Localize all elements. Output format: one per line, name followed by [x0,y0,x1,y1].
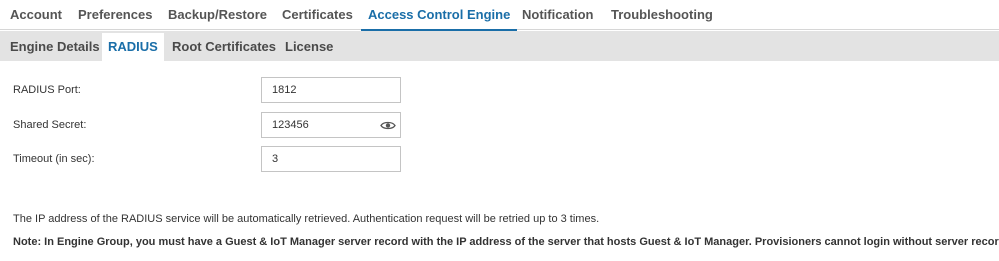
tab-preferences[interactable]: Preferences [78,0,152,30]
tab-certificates[interactable]: Certificates [282,0,353,30]
subtab-radius[interactable]: RADIUS [102,33,164,61]
tab-backup-restore[interactable]: Backup/Restore [168,0,267,30]
shared-secret-label: Shared Secret: [13,119,87,131]
radius-info-text: The IP address of the RADIUS service wil… [13,213,600,225]
radius-port-label: RADIUS Port: [13,84,81,96]
top-tab-bar: Account Preferences Backup/Restore Certi… [0,0,999,31]
subtab-license[interactable]: License [285,33,333,61]
engine-group-note: Note: In Engine Group, you must have a G… [13,236,999,248]
subtab-engine-details[interactable]: Engine Details [10,33,100,61]
tab-troubleshooting[interactable]: Troubleshooting [611,0,713,30]
timeout-input[interactable] [261,146,401,172]
tab-account[interactable]: Account [10,0,62,30]
sub-tab-bar: Engine Details RADIUS Root Certificates … [0,31,999,61]
subtab-root-certificates[interactable]: Root Certificates [172,33,276,61]
tab-notification[interactable]: Notification [522,0,594,30]
tab-access-control-engine[interactable]: Access Control Engine [360,0,518,31]
radius-port-input[interactable] [261,77,401,103]
timeout-label: Timeout (in sec): [13,153,95,165]
eye-icon[interactable] [380,120,396,131]
